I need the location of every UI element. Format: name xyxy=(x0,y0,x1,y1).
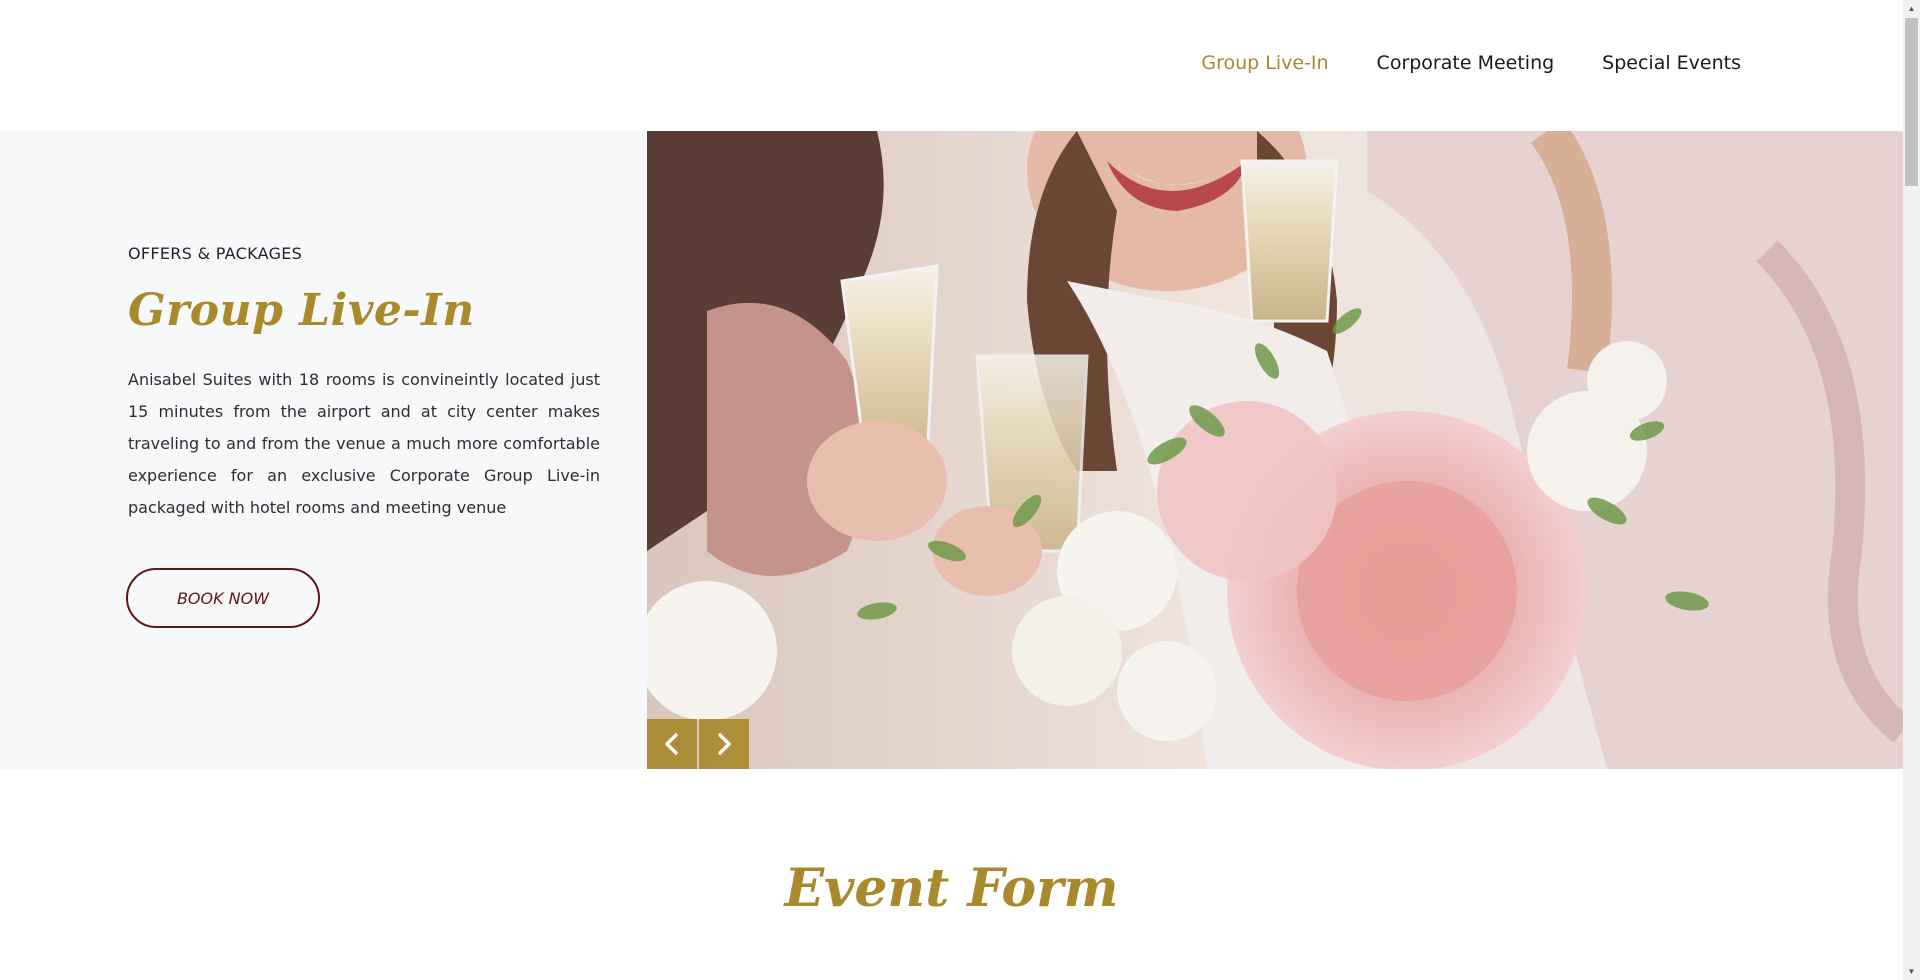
chevron-left-icon xyxy=(665,733,678,755)
page-scrollbar[interactable]: ▲ ▼ xyxy=(1903,0,1920,980)
scroll-up-arrow-icon[interactable]: ▲ xyxy=(1903,0,1920,17)
book-now-button[interactable]: BOOK NOW xyxy=(126,568,320,628)
nav-item-corporate-meeting[interactable]: Corporate Meeting xyxy=(1377,52,1555,74)
site-header: Group Live-In Corporate Meeting Special … xyxy=(0,0,1903,131)
nav-item-special-events[interactable]: Special Events xyxy=(1602,52,1741,74)
chevron-right-icon xyxy=(718,733,731,755)
nav-item-group-live-in[interactable]: Group Live-In xyxy=(1201,52,1328,74)
hero-text-block: OFFERS & PACKAGES Group Live-In Anisabel… xyxy=(128,244,600,540)
hero-section: OFFERS & PACKAGES Group Live-In Anisabel… xyxy=(0,131,1903,769)
slider-prev-button[interactable] xyxy=(647,719,697,769)
main-nav: Group Live-In Corporate Meeting Special … xyxy=(1201,52,1741,74)
scroll-down-arrow-icon[interactable]: ▼ xyxy=(1903,963,1920,980)
slider-next-button[interactable] xyxy=(699,719,749,769)
celebration-photo xyxy=(647,131,1903,769)
slider-controls xyxy=(647,719,749,769)
event-form-title: Event Form xyxy=(784,858,1119,919)
hero-eyebrow: OFFERS & PACKAGES xyxy=(128,244,303,263)
hero-title: Group Live-In xyxy=(128,285,475,336)
hero-slide-image xyxy=(647,131,1903,769)
hero-description: Anisabel Suites with 18 rooms is convine… xyxy=(128,370,600,517)
scroll-thumb[interactable] xyxy=(1905,18,1918,186)
